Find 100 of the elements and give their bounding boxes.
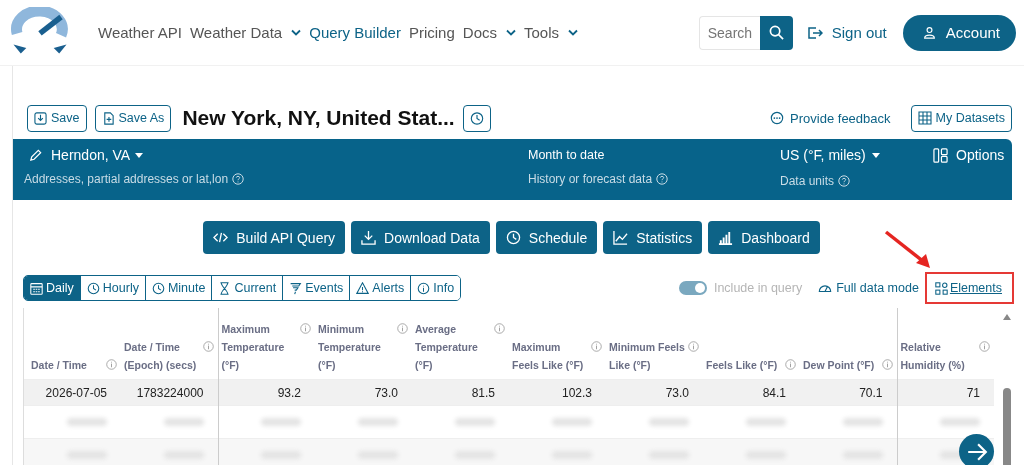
help-icon[interactable] (232, 173, 245, 185)
table-cell: 81.5 (412, 379, 509, 406)
search-button[interactable] (759, 15, 793, 50)
info-icon[interactable] (688, 341, 699, 352)
blurred-value (649, 418, 689, 426)
column-header[interactable]: Minimum Temperature (°F) (318, 320, 395, 374)
units-dropdown[interactable]: US (°F, miles) (780, 145, 880, 165)
chevron-down-icon[interactable] (291, 29, 302, 36)
scroll-up-icon[interactable] (1003, 314, 1011, 320)
column-header[interactable]: Maximum Temperature (°F) (221, 320, 298, 374)
column-header[interactable]: Date / Time (31, 356, 87, 374)
file-plus-icon (101, 111, 115, 125)
blurred-value (552, 418, 592, 426)
clock-icon (151, 281, 165, 295)
info-icon[interactable] (106, 359, 117, 370)
nav-link[interactable]: Weather API (94, 24, 186, 41)
download-box-icon (34, 111, 47, 125)
units-hint: Data units (780, 174, 835, 188)
blurred-value (261, 418, 301, 426)
layout-icon (933, 147, 948, 163)
feedback-link[interactable]: Provide feedback (770, 110, 891, 126)
history-button[interactable] (462, 104, 491, 132)
save-button[interactable]: Save (27, 104, 87, 132)
info-icon[interactable] (979, 341, 990, 352)
table-cell: 71 (897, 379, 994, 406)
options-button[interactable]: Options (933, 145, 1005, 165)
full-data-mode-link[interactable]: Full data mode (818, 281, 919, 295)
table-cell: 70.1 (800, 379, 897, 406)
clock-icon (469, 110, 484, 126)
location-title: New York, NY, United Stat... (182, 106, 455, 130)
bar-chart-icon (718, 230, 734, 245)
scrollbar-thumb[interactable] (1003, 388, 1011, 465)
info-icon[interactable] (591, 341, 602, 352)
blurred-value (746, 418, 786, 426)
table-cell: 84.1 (703, 379, 800, 406)
blurred-value (940, 418, 980, 426)
column-header[interactable]: Average Temperature (°F) (415, 320, 492, 374)
blurred-value (455, 418, 495, 426)
table-cell: 73.0 (606, 379, 703, 406)
help-icon[interactable] (838, 175, 851, 187)
blurred-value (842, 418, 883, 426)
my-datasets-button[interactable]: My Datasets (910, 104, 1012, 132)
blurred-value (358, 418, 398, 426)
period-hint: History or forecast data (528, 172, 653, 186)
table-cell: 2026-07-05 (24, 379, 121, 406)
code-icon (213, 230, 229, 245)
nav-link[interactable]: Docs (458, 24, 501, 41)
help-icon[interactable] (656, 173, 669, 185)
calendar-icon (30, 281, 43, 295)
nav-link[interactable]: Weather Data (185, 24, 287, 41)
column-header[interactable]: Feels Like (°F) (706, 356, 778, 374)
grid-icon (917, 111, 932, 125)
info-icon[interactable] (300, 323, 311, 334)
nav-link[interactable]: Pricing (404, 24, 459, 41)
action-button[interactable]: Schedule (495, 221, 598, 254)
column-header[interactable]: Dew Point (°F) (803, 356, 875, 374)
include-label: Include in query (713, 281, 803, 295)
column-header[interactable]: Minimum Feels Like (°F) (609, 338, 686, 374)
location-dropdown[interactable]: Herndon, VA (24, 145, 144, 165)
action-button[interactable]: Statistics (603, 221, 703, 254)
column-header[interactable]: Relative Humidity (%) (900, 338, 977, 374)
shapes-icon (934, 281, 948, 295)
hourglass-icon (218, 281, 232, 295)
period-label[interactable]: Month to date (528, 145, 605, 165)
info-icon (417, 281, 431, 295)
next-button[interactable] (959, 434, 994, 465)
download-icon (361, 230, 377, 245)
info-icon[interactable] (397, 323, 408, 334)
table-cell: 102.3 (509, 379, 606, 406)
line-chart-icon (613, 230, 629, 245)
info-icon[interactable] (881, 359, 893, 370)
nav-link[interactable]: Query Builder (305, 24, 405, 41)
user-icon (922, 26, 936, 39)
table-cell: 73.0 (315, 379, 412, 406)
info-icon[interactable] (785, 359, 796, 370)
nav-link[interactable]: Tools (520, 24, 563, 41)
action-button[interactable]: Dashboard (708, 221, 820, 254)
elements-link[interactable]: Elements (924, 272, 1014, 304)
view-tab[interactable]: Daily (24, 276, 80, 300)
sign-out-link[interactable]: Sign out (806, 24, 887, 41)
info-icon[interactable] (202, 341, 214, 352)
warning-icon (356, 281, 370, 295)
view-tab[interactable]: Info (410, 276, 461, 300)
account-button[interactable]: Account (902, 14, 1016, 51)
column-header[interactable]: Maximum Feels Like (°F) (512, 338, 589, 374)
chevron-down-icon[interactable] (506, 29, 516, 36)
pencil-icon (28, 147, 43, 163)
chevron-down-icon[interactable] (568, 29, 578, 36)
save-as-button[interactable]: Save As (94, 104, 172, 132)
column-header[interactable]: Date / Time (Epoch) (secs) (124, 338, 201, 374)
clock-icon (505, 230, 521, 245)
action-button[interactable]: Build API Query (203, 221, 346, 254)
tornado-icon (289, 281, 303, 295)
table-cell: 93.2 (218, 379, 315, 406)
search-field[interactable]: Search (698, 15, 760, 50)
action-button[interactable]: Download Data (351, 221, 490, 254)
sign-out-icon (806, 24, 823, 41)
info-icon[interactable] (494, 323, 505, 334)
blurred-value (67, 418, 107, 426)
chat-bubble-icon (770, 111, 785, 125)
